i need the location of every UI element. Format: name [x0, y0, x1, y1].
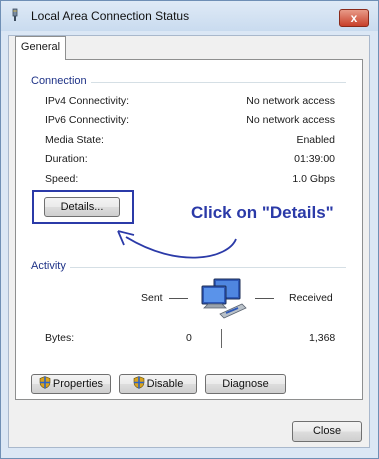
sent-line: [169, 298, 188, 299]
shield-icon: [133, 376, 144, 389]
tab-general[interactable]: General: [15, 36, 66, 60]
received-label: Received: [289, 292, 333, 304]
window-title: Local Area Connection Status: [31, 9, 190, 23]
close-button[interactable]: Close: [292, 421, 362, 442]
ipv4-label: IPv4 Connectivity:: [45, 95, 130, 107]
diagnose-button[interactable]: Diagnose: [205, 374, 286, 394]
network-computers-icon: [201, 278, 247, 319]
annotation-text: Click on "Details": [191, 203, 334, 222]
details-highlight-box: [32, 190, 134, 224]
close-window-button[interactable]: x: [339, 9, 369, 27]
ipv6-value: No network access: [246, 114, 335, 126]
activity-divider: [221, 329, 222, 348]
media-state-value: Enabled: [296, 134, 335, 146]
connection-group-label: Connection: [31, 75, 91, 87]
shield-icon: [39, 376, 51, 389]
received-line: [255, 298, 274, 299]
speed-value: 1.0 Gbps: [292, 173, 335, 185]
duration-value: 01:39:00: [294, 153, 335, 165]
media-state-label: Media State:: [45, 134, 104, 146]
speed-label: Speed:: [45, 173, 79, 185]
ipv4-value: No network access: [246, 95, 335, 107]
bytes-label: Bytes:: [45, 332, 75, 344]
duration-label: Duration:: [45, 153, 88, 165]
activity-group-label: Activity: [31, 260, 70, 272]
bytes-received-value: 1,368: [309, 332, 336, 344]
disable-button[interactable]: Disable: [119, 374, 197, 394]
properties-button[interactable]: Properties: [31, 374, 111, 394]
network-adapter-icon: [12, 8, 18, 21]
activity-group-line: [30, 267, 346, 268]
properties-label: Properties: [52, 378, 104, 390]
sent-label: Sent: [141, 292, 163, 304]
disable-label: Disable: [146, 378, 184, 390]
bytes-sent-value: 0: [186, 332, 192, 344]
title-bar[interactable]: Local Area Connection Status: [1, 1, 378, 31]
ipv6-label: IPv6 Connectivity:: [45, 114, 130, 126]
